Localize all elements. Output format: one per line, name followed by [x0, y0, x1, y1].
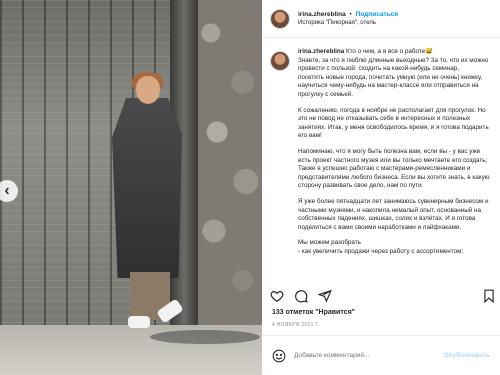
caption-line: частными музеями, и накопила немалый опы…	[298, 206, 481, 214]
caption-line: научиться чему-нибудь на мастер-классе и…	[298, 82, 479, 90]
caption-line: Также я успешно работаю с мастерами-реме…	[298, 165, 471, 173]
caption-avatar[interactable]	[270, 51, 290, 71]
caption-line: Я уже более пятнадцати лет занимаюсь сув…	[298, 197, 489, 205]
follow-button[interactable]: Подписаться	[356, 11, 399, 18]
caption-line: Напоминаю, что я могу быть полезна вам, …	[298, 147, 481, 155]
caption-text: irina.zhereblina Кто о чем, а я все о ра…	[298, 48, 500, 263]
caption-paragraph: Напоминаю, что я могу быть полезна вам, …	[298, 148, 500, 191]
woman-shoe-left	[128, 316, 150, 328]
publish-button[interactable]: Опубликовать	[444, 352, 490, 359]
caption-paragraph: irina.zhereblina Кто о чем, а я все о ра…	[298, 48, 500, 100]
caption-paragraph: Мы можем разобрать - как увеличить прода…	[298, 239, 500, 256]
caption-line: К сожалению, погода в ноябре не располаг…	[298, 106, 486, 114]
caption-paragraph: К сожалению, погода в ноябре не располаг…	[298, 107, 500, 141]
comment-bar: Опубликовать	[262, 335, 500, 375]
caption-line: посетить новые города, почитать умную (и…	[298, 73, 483, 81]
post-photo[interactable]: ‹	[0, 0, 262, 375]
action-bar	[270, 286, 496, 306]
heart-icon[interactable]	[270, 289, 284, 303]
woman-face	[136, 76, 160, 104]
caption-line: Знаете, за что я люблю длинные выходные?…	[298, 56, 489, 64]
caption-paragraph: Я уже более пятнадцати лет занимаюсь сув…	[298, 198, 500, 232]
comment-input[interactable]	[294, 352, 444, 359]
caption-username[interactable]: irina.zhereblina	[298, 48, 344, 55]
caption-line: представителями любого бизнеса. Если вы …	[298, 173, 490, 181]
caption-line: Мы можем разобрать	[298, 239, 361, 247]
caption-line: сторону развивать свое дело, нам по пути…	[298, 182, 424, 190]
comment-icon[interactable]	[294, 289, 308, 303]
share-icon[interactable]	[317, 289, 332, 303]
bookmark-icon[interactable]	[482, 289, 496, 304]
caption-line: - как увеличить продажи через работу с а…	[298, 247, 464, 255]
post-date: 4 НОЯБРЯ 2021 Г.	[272, 322, 320, 328]
location-link[interactable]: Историка "Пикорная", отель	[298, 19, 398, 28]
caption-line: есть проект частного музея или вы только…	[298, 156, 488, 164]
avatar[interactable]	[270, 8, 290, 29]
caption-line: это не повод не отказывать себе в интере…	[298, 115, 471, 123]
likes-count[interactable]: 133 отметок "Нравится"	[272, 309, 355, 316]
caption-line: занятиях. Итак, у меня освободилось врем…	[298, 123, 489, 131]
woman-coat	[112, 98, 182, 278]
post-panel: irina.zhereblina • Подписаться Историка …	[262, 0, 500, 375]
emoji-icon[interactable]	[272, 349, 286, 363]
post-header: irina.zhereblina • Подписаться Историка …	[262, 0, 500, 38]
caption-line: провести с пользой: сходить на какой-ниб…	[298, 65, 460, 73]
caption-line: Кто о чем, а я все о работе😅	[345, 48, 434, 55]
shadow	[150, 330, 260, 344]
caption-line: прогулку с семьей.	[298, 90, 354, 98]
stone-wall	[198, 0, 262, 330]
caption-line: его вам!	[298, 132, 322, 140]
header-username[interactable]: irina.zhereblina	[298, 11, 346, 18]
caption-area: irina.zhereblina Кто о чем, а я все о ра…	[270, 48, 500, 278]
header-text: irina.zhereblina • Подписаться Историка …	[298, 10, 398, 28]
caption-line: собственных падениях, шишках, солях и вз…	[298, 215, 476, 223]
separator-dot: •	[349, 10, 352, 18]
caption-line: поделиться с вами своими наработками и л…	[298, 223, 462, 231]
